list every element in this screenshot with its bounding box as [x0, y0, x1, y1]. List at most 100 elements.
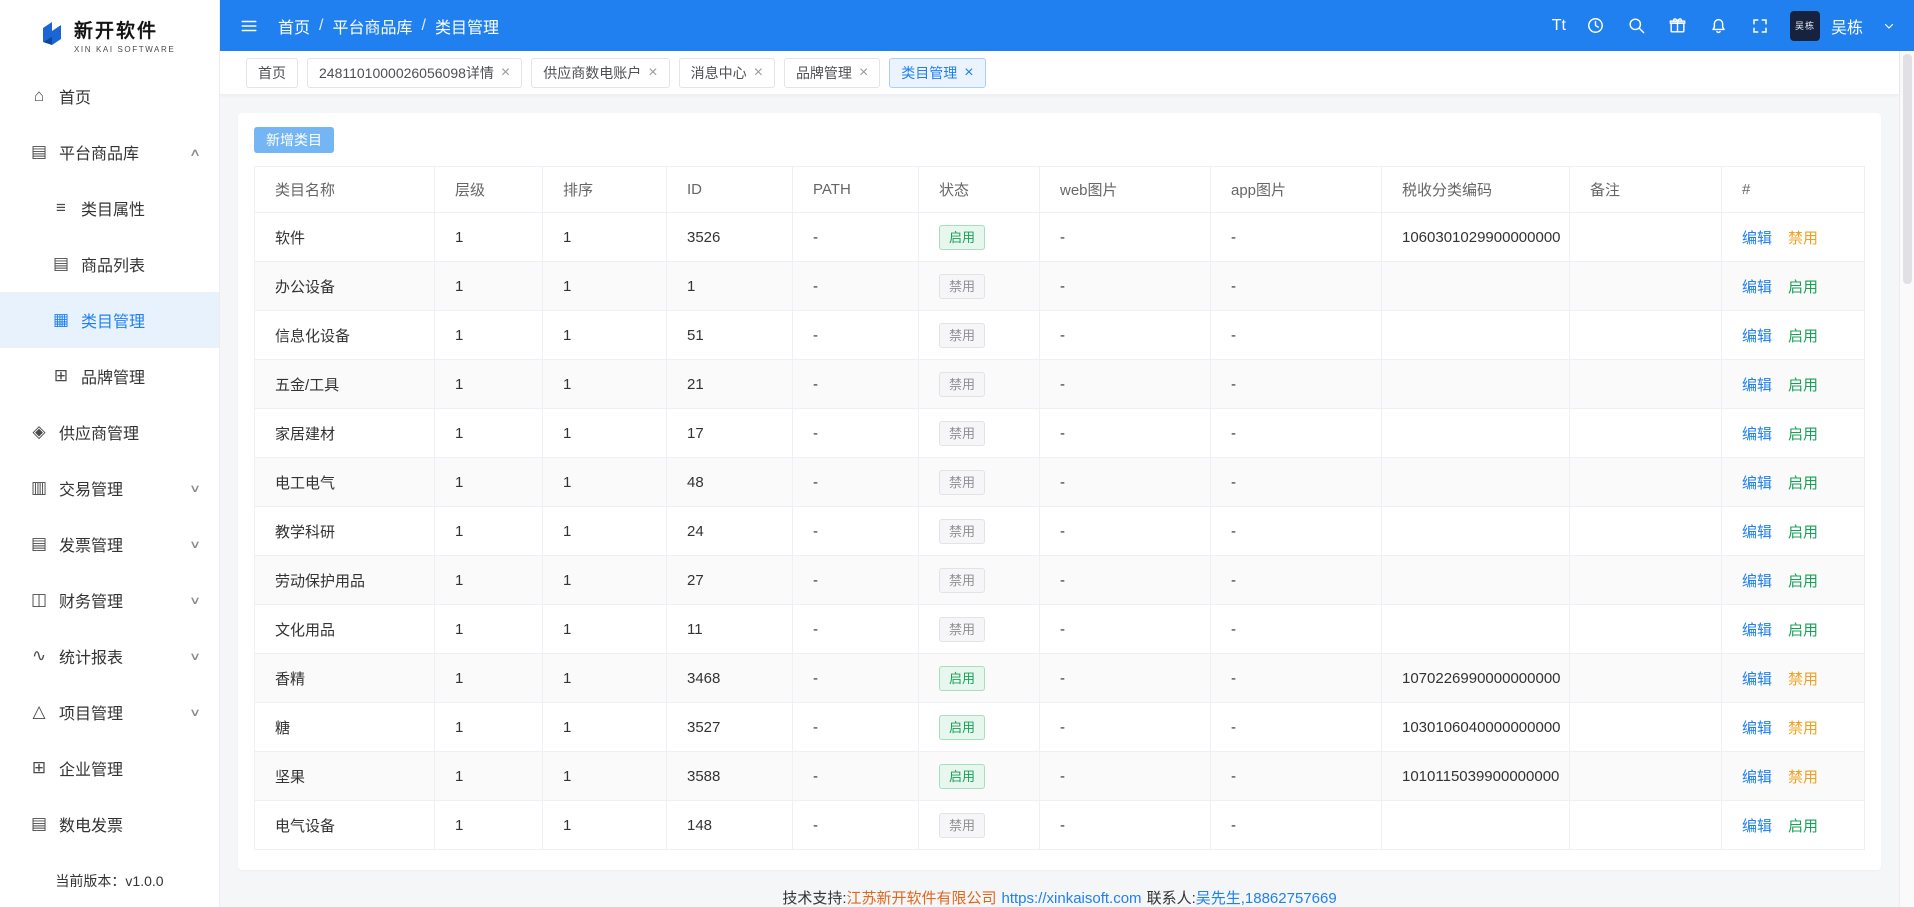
avatar[interactable]: 吴栋 — [1790, 11, 1820, 41]
sidebar-item-digital-invoice[interactable]: ▤数电发票 — [0, 796, 219, 852]
edit-link[interactable]: 编辑 — [1742, 475, 1772, 492]
column-header: 备注 — [1570, 167, 1722, 213]
cell-status: 启用 — [919, 752, 1040, 801]
cell-sort: 1 — [543, 262, 667, 311]
tab-item[interactable]: 类目管理× — [889, 58, 985, 88]
tab-label: 首页 — [258, 63, 286, 83]
edit-link[interactable]: 编辑 — [1742, 524, 1772, 541]
gift-icon[interactable] — [1667, 15, 1689, 37]
cell-sort: 1 — [543, 556, 667, 605]
edit-link[interactable]: 编辑 — [1742, 671, 1772, 688]
breadcrumb-item[interactable]: 平台商品库 — [332, 14, 412, 38]
sidebar-item-trade-manage[interactable]: ▥交易管理∨ — [0, 460, 219, 516]
breadcrumb-item[interactable]: 首页 — [278, 14, 310, 38]
enable-link[interactable]: 启用 — [1788, 524, 1818, 541]
cell-tax-code — [1382, 409, 1570, 458]
sidebar-item-supplier-manage[interactable]: ◈供应商管理 — [0, 404, 219, 460]
sidebar-item-label: 商品列表 — [81, 252, 145, 276]
sidebar-item-finance-manage[interactable]: ◫财务管理∨ — [0, 572, 219, 628]
tab-item[interactable]: 供应商数电账户× — [531, 58, 669, 88]
sidebar-item-category-manage[interactable]: ▦类目管理 — [0, 292, 219, 348]
chevron-down-icon[interactable] — [1882, 15, 1896, 37]
close-icon[interactable]: × — [648, 65, 657, 81]
edit-link[interactable]: 编辑 — [1742, 818, 1772, 835]
tab-item[interactable]: 2481101000026056098详情× — [307, 58, 522, 88]
edit-link[interactable]: 编辑 — [1742, 426, 1772, 443]
enable-link[interactable]: 启用 — [1788, 818, 1818, 835]
enable-link[interactable]: 启用 — [1788, 426, 1818, 443]
cell-status: 禁用 — [919, 801, 1040, 850]
close-icon[interactable]: × — [964, 65, 973, 81]
contact-link[interactable]: 吴先生,18862757669 — [1196, 890, 1337, 907]
cell-app-image: - — [1211, 458, 1382, 507]
search-icon[interactable] — [1626, 15, 1648, 37]
edit-link[interactable]: 编辑 — [1742, 377, 1772, 394]
edit-link[interactable]: 编辑 — [1742, 279, 1772, 296]
table-header: 类目名称层级排序IDPATH状态web图片app图片税收分类编码备注# — [255, 167, 1865, 213]
sidebar-item-report-stats[interactable]: ∿统计报表∨ — [0, 628, 219, 684]
tab-item[interactable]: 首页 — [246, 58, 298, 88]
logo-subtitle: XIN KAI SOFTWARE — [74, 45, 175, 54]
clock-icon[interactable] — [1585, 15, 1607, 37]
menu-collapse-icon[interactable] — [238, 15, 260, 37]
sidebar-item-brand-manage[interactable]: ⊞品牌管理 — [0, 348, 219, 404]
cell-remark — [1570, 556, 1722, 605]
enable-link[interactable]: 启用 — [1788, 279, 1818, 296]
cell-path: - — [793, 556, 919, 605]
fullscreen-icon[interactable] — [1749, 15, 1771, 37]
close-icon[interactable]: × — [754, 65, 763, 81]
sidebar-item-platform-goods[interactable]: ▤平台商品库∧ — [0, 124, 219, 180]
status-badge: 启用 — [939, 225, 985, 250]
cell-level: 1 — [435, 752, 543, 801]
sidebar-item-category-attrs[interactable]: ≡类目属性 — [0, 180, 219, 236]
cell-status: 禁用 — [919, 605, 1040, 654]
breadcrumb-item[interactable]: 类目管理 — [435, 14, 499, 38]
enable-link[interactable]: 启用 — [1788, 573, 1818, 590]
column-header: 税收分类编码 — [1382, 167, 1570, 213]
page-scrollbar[interactable] — [1899, 51, 1914, 907]
cell-actions: 编辑禁用 — [1722, 654, 1865, 703]
disable-link[interactable]: 禁用 — [1788, 720, 1818, 737]
sidebar: 新开软件 XIN KAI SOFTWARE ⌂首页▤平台商品库∧≡类目属性▤商品… — [0, 0, 220, 907]
edit-link[interactable]: 编辑 — [1742, 328, 1772, 345]
sidebar-item-task-queue[interactable]: ⊟任务队列∨ — [0, 852, 219, 871]
tab-item[interactable]: 品牌管理× — [784, 58, 880, 88]
cell-actions: 编辑启用 — [1722, 409, 1865, 458]
edit-link[interactable]: 编辑 — [1742, 573, 1772, 590]
edit-link[interactable]: 编辑 — [1742, 230, 1772, 247]
enable-link[interactable]: 启用 — [1788, 377, 1818, 394]
enable-link[interactable]: 启用 — [1788, 328, 1818, 345]
cell-name: 家居建材 — [255, 409, 435, 458]
cell-status: 禁用 — [919, 262, 1040, 311]
cell-remark — [1570, 360, 1722, 409]
sidebar-item-project-manage[interactable]: △项目管理∨ — [0, 684, 219, 740]
sidebar-item-goods-list[interactable]: ▤商品列表 — [0, 236, 219, 292]
cell-actions: 编辑启用 — [1722, 262, 1865, 311]
edit-link[interactable]: 编辑 — [1742, 622, 1772, 639]
tab-item[interactable]: 消息中心× — [679, 58, 775, 88]
bell-icon[interactable] — [1708, 15, 1730, 37]
font-size-icon[interactable]: Tt — [1552, 15, 1566, 37]
edit-link[interactable]: 编辑 — [1742, 769, 1772, 786]
cell-path: - — [793, 360, 919, 409]
disable-link[interactable]: 禁用 — [1788, 769, 1818, 786]
scrollbar-thumb[interactable] — [1903, 54, 1912, 284]
cell-app-image: - — [1211, 556, 1382, 605]
add-category-button[interactable]: 新增类目 — [254, 127, 334, 153]
column-header: app图片 — [1211, 167, 1382, 213]
sidebar-item-enterprise-manage[interactable]: ⊞企业管理 — [0, 740, 219, 796]
company-link[interactable]: 江苏新开软件有限公司 — [846, 890, 996, 907]
edit-link[interactable]: 编辑 — [1742, 720, 1772, 737]
user-name[interactable]: 吴栋 — [1831, 14, 1863, 38]
close-icon[interactable]: × — [859, 65, 868, 81]
disable-link[interactable]: 禁用 — [1788, 230, 1818, 247]
close-icon[interactable]: × — [501, 65, 510, 81]
disable-link[interactable]: 禁用 — [1788, 671, 1818, 688]
website-link[interactable]: https://xinkaisoft.com — [1002, 890, 1142, 907]
enable-link[interactable]: 启用 — [1788, 622, 1818, 639]
sidebar-item-invoice-manage[interactable]: ▤发票管理∨ — [0, 516, 219, 572]
enable-link[interactable]: 启用 — [1788, 475, 1818, 492]
sidebar-item-label: 首页 — [59, 84, 91, 108]
cell-tax-code: 1030106040000000000 — [1382, 703, 1570, 752]
sidebar-item-home[interactable]: ⌂首页 — [0, 68, 219, 124]
